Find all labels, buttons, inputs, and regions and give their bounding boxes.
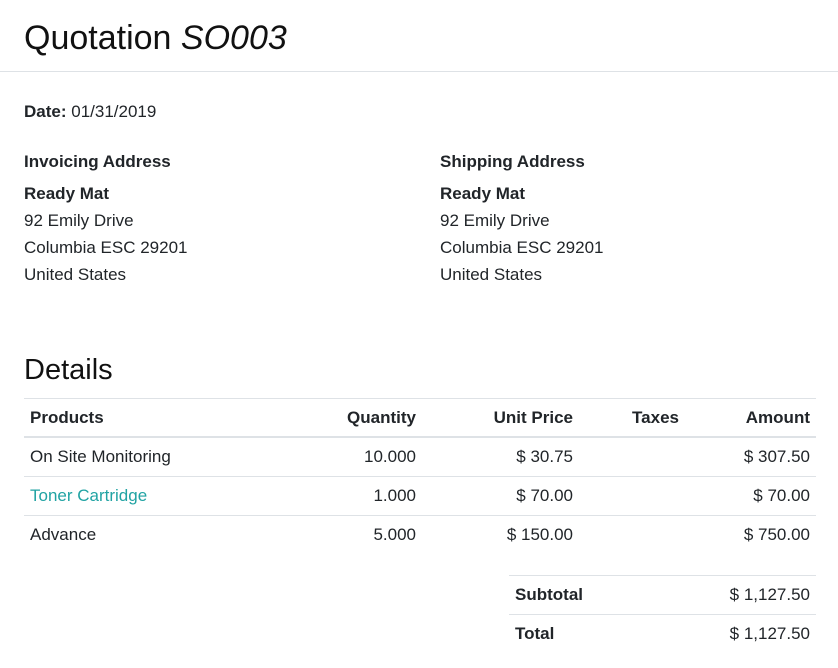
line-product: Advance <box>30 525 97 544</box>
total-label: Total <box>515 624 555 643</box>
line-amount: $ 307.50 <box>685 437 816 477</box>
invoicing-address: Invoicing Address Ready Mat 92 Emily Dri… <box>24 148 187 288</box>
col-taxes: Taxes <box>579 398 685 438</box>
line-amount: $ 70.00 <box>685 476 816 516</box>
order-lines-table: Products Quantity Unit Price Taxes Amoun… <box>24 398 816 554</box>
col-products: Products <box>24 398 284 438</box>
shipping-address: Shipping Address Ready Mat 92 Emily Driv… <box>440 148 603 288</box>
subtotal-row: Subtotal $ 1,127.50 <box>509 575 816 615</box>
line-amount: $ 750.00 <box>743 525 810 544</box>
line-unit-price: $ 150.00 <box>506 525 573 544</box>
title-prefix: Quotation <box>24 19 172 57</box>
shipping-country: United States <box>440 265 543 284</box>
col-unit-price: Unit Price <box>422 398 579 438</box>
line-product-link[interactable]: Toner Cartridge <box>30 486 147 505</box>
date-label: Date: <box>24 102 67 121</box>
line-unit-price: $ 30.75 <box>422 437 579 477</box>
invoicing-country: United States <box>24 265 127 284</box>
table-row: Toner Cartridge 1.000 $ 70.00 $ 70.00 <box>24 476 816 516</box>
date-value: 01/31/2019 <box>71 102 157 121</box>
quotation-date: Date: 01/31/2019 <box>24 101 156 123</box>
subtotal-value: $ 1,127.50 <box>651 575 816 615</box>
shipping-street: 92 Emily Drive <box>440 211 550 230</box>
total-row: Total $ 1,127.50 <box>509 615 816 654</box>
shipping-city: Columbia ESC 29201 <box>440 238 604 257</box>
page-title: Quotation SO003 <box>24 18 287 58</box>
line-product: On Site Monitoring <box>24 437 284 477</box>
invoicing-city: Columbia ESC 29201 <box>24 238 188 257</box>
invoicing-address-heading: Invoicing Address <box>24 152 171 171</box>
details-heading: Details <box>24 354 113 386</box>
table-row: On Site Monitoring 10.000 $ 30.75 $ 307.… <box>24 437 816 477</box>
shipping-name: Ready Mat <box>440 184 526 203</box>
subtotal-label: Subtotal <box>509 575 652 615</box>
col-quantity: Quantity <box>284 398 422 438</box>
total-value: $ 1,127.50 <box>729 624 810 643</box>
line-quantity: 10.000 <box>284 437 422 477</box>
line-unit-price: $ 70.00 <box>422 476 579 516</box>
table-row: Advance 5.000 $ 150.00 $ 750.00 <box>24 516 816 555</box>
invoicing-street: 92 Emily Drive <box>24 211 134 230</box>
line-quantity: 5.000 <box>373 525 416 544</box>
shipping-address-heading: Shipping Address <box>440 152 585 171</box>
quotation-number: SO003 <box>180 19 287 57</box>
line-quantity: 1.000 <box>284 476 422 516</box>
col-amount: Amount <box>685 398 816 438</box>
line-taxes <box>579 476 685 516</box>
page-header: Quotation SO003 <box>0 0 838 72</box>
line-taxes <box>579 437 685 477</box>
totals-table: Subtotal $ 1,127.50 Total $ 1,127.50 <box>509 575 816 653</box>
table-header-row: Products Quantity Unit Price Taxes Amoun… <box>24 398 816 438</box>
invoicing-name: Ready Mat <box>24 184 110 203</box>
line-taxes <box>579 516 685 555</box>
